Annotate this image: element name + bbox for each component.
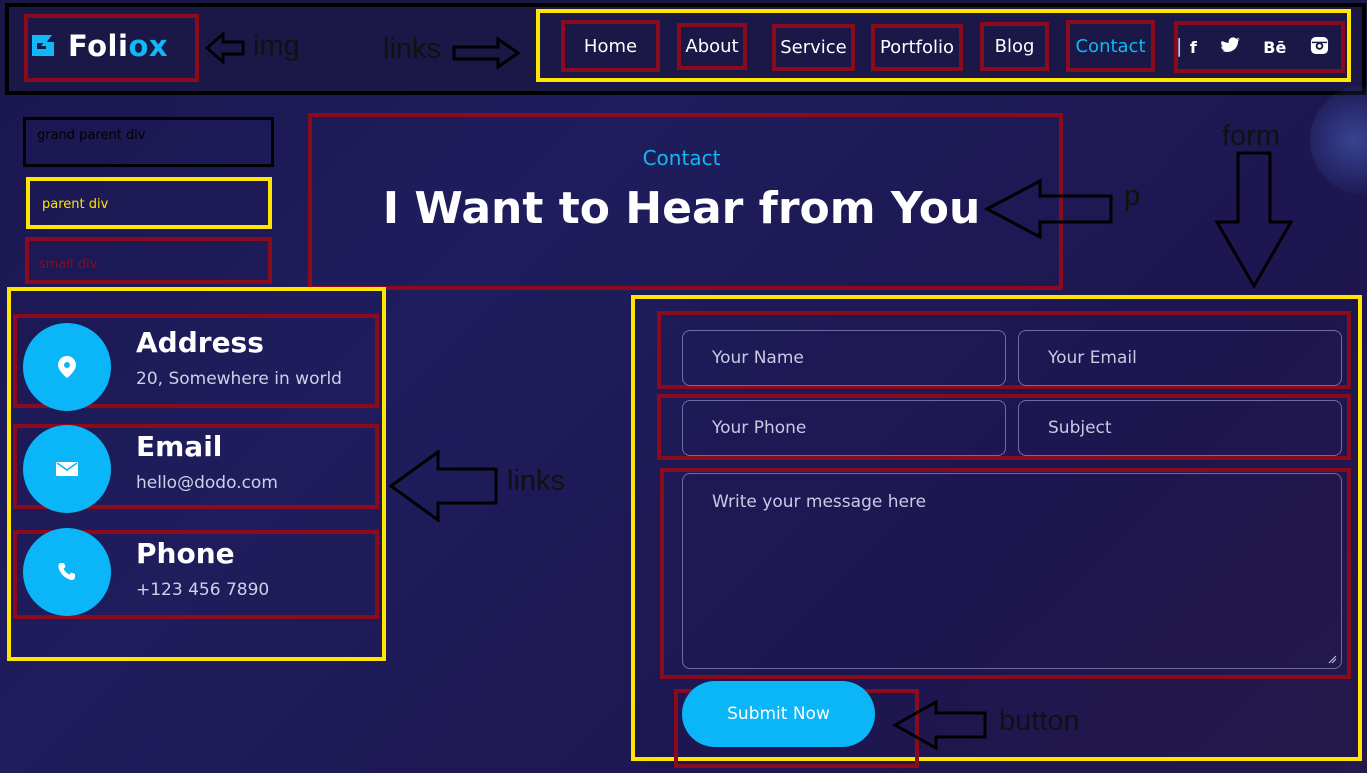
behance-icon[interactable]: Bē xyxy=(1263,38,1286,57)
legend-grand-parent-div: grand parent div xyxy=(23,117,274,167)
annotation-arrow-left-icon xyxy=(892,699,987,751)
phone-icon xyxy=(58,563,75,581)
nav-portfolio-label: Portfolio xyxy=(879,37,955,58)
annotation-arrow-right-icon xyxy=(452,36,521,70)
nav-about[interactable]: About xyxy=(677,23,747,70)
page-title: I Want to Hear from You xyxy=(382,183,981,234)
address-title: Address xyxy=(136,325,264,359)
annotation-arrow-left-icon xyxy=(205,30,245,66)
logo-icon xyxy=(32,35,54,56)
address-text: 20, Somewhere in world xyxy=(136,368,342,389)
annotation-p-label: p xyxy=(1124,180,1141,212)
subject-input[interactable]: Subject xyxy=(1018,400,1342,456)
contact-item-address[interactable]: Address 20, Somewhere in world xyxy=(13,314,379,411)
facebook-icon[interactable]: f xyxy=(1190,38,1197,57)
mail-icon xyxy=(56,461,78,476)
phone-icon-circle xyxy=(23,528,111,616)
nav-service-label: Service xyxy=(780,37,847,58)
nav-home[interactable]: Home xyxy=(561,20,660,72)
logo[interactable]: Foliox xyxy=(28,29,168,63)
annotation-links-side-label: links xyxy=(507,465,566,497)
phone-input[interactable]: Your Phone xyxy=(682,400,1006,456)
annotation-arrow-left-icon xyxy=(984,178,1113,240)
nav-about-label: About xyxy=(685,36,739,57)
nav-blog-label: Blog xyxy=(994,36,1035,57)
contact-item-email[interactable]: Email hello@dodo.com xyxy=(13,424,379,513)
annotation-img-label: img xyxy=(253,30,300,62)
email-input[interactable]: Your Email xyxy=(1018,330,1342,386)
decorative-blob xyxy=(1310,85,1367,195)
email-icon-circle xyxy=(23,424,111,513)
social-links: f Bē xyxy=(1174,21,1345,73)
annotation-links-label: links xyxy=(383,33,442,65)
name-input[interactable]: Your Name xyxy=(682,330,1006,386)
location-icon xyxy=(58,356,76,378)
email-title: Email xyxy=(136,430,223,463)
legend-small-div: small div xyxy=(25,237,272,284)
nav-service[interactable]: Service xyxy=(772,24,855,71)
annotation-arrow-down-icon xyxy=(1214,151,1294,289)
submit-button[interactable]: Submit Now xyxy=(682,681,875,747)
annotation-arrow-left-icon xyxy=(388,449,498,523)
annotation-form-label: form xyxy=(1222,120,1280,152)
hero-eyebrow: Contact xyxy=(642,146,721,170)
address-icon-circle xyxy=(23,323,111,411)
resize-handle-icon[interactable] xyxy=(1328,655,1337,664)
instagram-icon[interactable] xyxy=(1310,36,1329,59)
nav-portfolio[interactable]: Portfolio xyxy=(871,24,963,71)
nav-blog[interactable]: Blog xyxy=(980,22,1049,71)
nav-contact-label: Contact xyxy=(1075,35,1146,57)
message-textarea[interactable]: Write your message here xyxy=(682,473,1342,669)
email-text: hello@dodo.com xyxy=(136,473,278,493)
logo-text: Foliox xyxy=(68,29,169,63)
annotation-button-label: button xyxy=(999,705,1080,737)
contact-item-phone[interactable]: Phone +123 456 7890 xyxy=(13,528,379,619)
nav-home-label: Home xyxy=(583,35,638,57)
twitter-icon[interactable] xyxy=(1220,37,1240,57)
nav-contact[interactable]: Contact xyxy=(1066,20,1155,72)
phone-text: +123 456 7890 xyxy=(136,580,270,600)
phone-title: Phone xyxy=(136,537,235,570)
legend-parent-div: parent div xyxy=(26,177,272,229)
